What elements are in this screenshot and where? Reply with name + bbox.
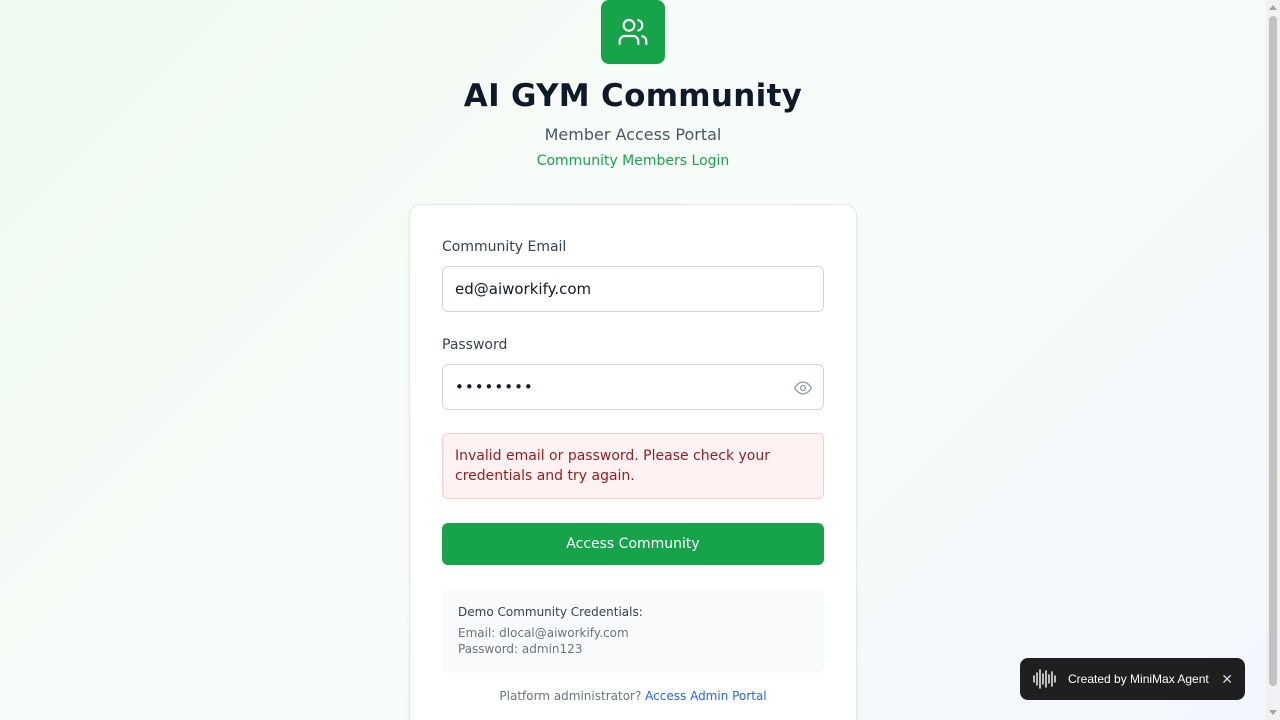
close-icon[interactable]: ✕	[1215, 671, 1233, 688]
page-subtitle: Member Access Portal	[544, 125, 722, 144]
show-password-toggle[interactable]	[792, 377, 814, 399]
scroll-down-arrow-icon[interactable]	[1269, 710, 1277, 715]
logo	[601, 0, 665, 64]
page-title: AI GYM Community	[463, 78, 803, 114]
login-page: AI GYM Community Member Access Portal Co…	[0, 0, 1266, 720]
scrollbar-thumb[interactable]	[1269, 16, 1277, 686]
email-label: Community Email	[442, 239, 567, 255]
badge-text: Created by MiniMax Agent	[1068, 672, 1209, 686]
soundwave-icon	[1032, 668, 1058, 690]
password-label: Password	[442, 337, 508, 353]
eye-icon	[793, 381, 813, 395]
access-community-button[interactable]: Access Community	[442, 523, 824, 565]
admin-portal-prompt: Platform administrator? Access Admin Por…	[410, 689, 856, 703]
demo-email: Email: dlocal@aiworkify.com	[458, 626, 629, 640]
login-card: Community Email Password Invalid email o…	[409, 204, 857, 720]
password-field[interactable]	[442, 364, 824, 410]
demo-credentials-box: Demo Community Credentials: Email: dloca…	[442, 590, 824, 673]
admin-portal-link[interactable]: Access Admin Portal	[645, 689, 766, 703]
scroll-up-arrow-icon[interactable]	[1269, 5, 1277, 10]
email-field[interactable]	[442, 266, 824, 312]
admin-prompt-text: Platform administrator?	[499, 689, 642, 703]
minimax-badge: Created by MiniMax Agent ✕	[1020, 658, 1245, 700]
users-icon	[618, 18, 648, 46]
vertical-scrollbar[interactable]	[1266, 0, 1280, 720]
error-alert: Invalid email or password. Please check …	[442, 433, 824, 499]
page-tagline: Community Members Login	[536, 153, 730, 169]
demo-password: Password: admin123	[458, 642, 583, 656]
demo-heading: Demo Community Credentials:	[458, 605, 643, 619]
